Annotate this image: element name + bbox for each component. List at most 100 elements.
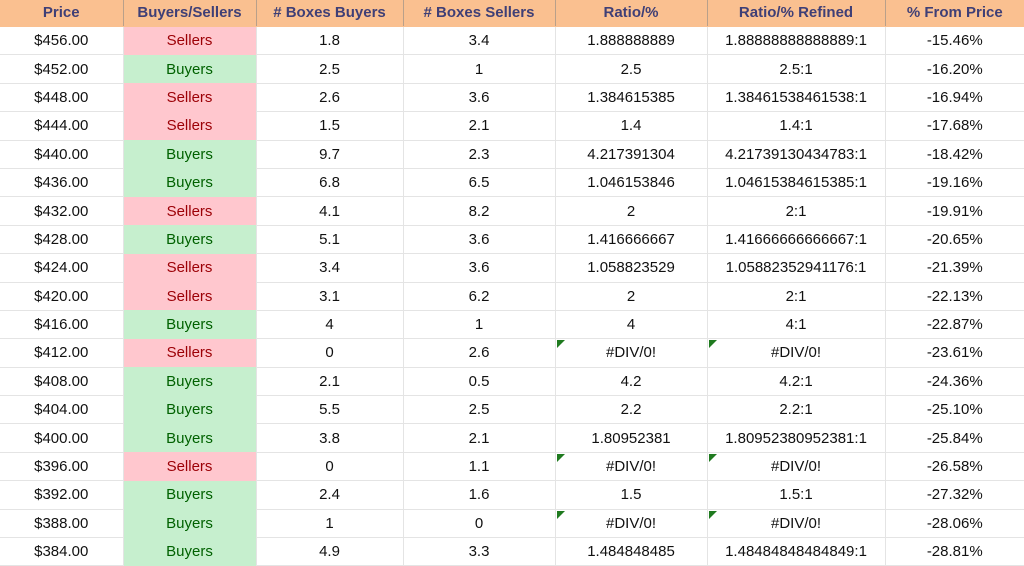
cell-ratio-refined[interactable]: 1.48484848484849:1 [707, 537, 886, 566]
table-row[interactable]: $456.00 Sellers 1.8 3.4 1.888888889 1.8888888… [0, 26, 1024, 56]
cell-pct-from-price[interactable]: -22.13% [885, 282, 1024, 311]
cell-ratio-refined[interactable]: 1.5:1 [707, 480, 886, 510]
cell-pct-from-price[interactable]: -25.84% [885, 423, 1024, 453]
cell-boxes-sellers[interactable]: 1 [403, 310, 556, 340]
cell-ratio-refined[interactable]: 1.04615384615385:1 [707, 168, 886, 198]
cell-pct-from-price[interactable]: -19.16% [885, 168, 1024, 198]
cell-boxes-buyers[interactable]: 5.5 [256, 395, 404, 425]
cell-ratio[interactable]: 1.058823529 [555, 253, 708, 283]
cell-pct-from-price[interactable]: -28.81% [885, 537, 1024, 566]
cell-buyers-sellers[interactable]: Buyers [123, 537, 257, 566]
cell-ratio-refined[interactable]: 4:1 [707, 310, 886, 340]
cell-pct-from-price[interactable]: -28.06% [885, 509, 1024, 539]
cell-ratio-refined[interactable]: 4.2:1 [707, 367, 886, 397]
cell-buyers-sellers[interactable]: Buyers [123, 423, 257, 453]
cell-price[interactable]: $444.00 [0, 111, 124, 141]
cell-boxes-sellers[interactable]: 3.3 [403, 537, 556, 566]
cell-ratio[interactable]: #DIV/0! [555, 509, 708, 539]
cell-price[interactable]: $416.00 [0, 310, 124, 340]
cell-price[interactable]: $440.00 [0, 140, 124, 169]
cell-ratio[interactable]: 2 [555, 196, 708, 226]
cell-boxes-buyers[interactable]: 2.6 [256, 83, 404, 113]
cell-ratio-refined[interactable]: 1.4:1 [707, 111, 886, 141]
cell-price[interactable]: $452.00 [0, 54, 124, 84]
cell-boxes-buyers[interactable]: 0 [256, 452, 404, 482]
cell-price[interactable]: $436.00 [0, 168, 124, 198]
cell-buyers-sellers[interactable]: Sellers [123, 338, 257, 368]
cell-price[interactable]: $424.00 [0, 253, 124, 283]
cell-ratio[interactable]: 1.888888889 [555, 26, 708, 56]
cell-pct-from-price[interactable]: -22.87% [885, 310, 1024, 340]
table-row[interactable]: $428.00 Buyers 5.1 3.6 1.416666667 1.41666666… [0, 225, 1024, 255]
cell-buyers-sellers[interactable]: Sellers [123, 253, 257, 283]
cell-buyers-sellers[interactable]: Buyers [123, 367, 257, 396]
cell-price[interactable]: $408.00 [0, 367, 124, 397]
cell-boxes-buyers[interactable]: 4 [256, 310, 404, 340]
cell-price[interactable]: $428.00 [0, 225, 124, 255]
cell-pct-from-price[interactable]: -21.39% [885, 253, 1024, 283]
cell-pct-from-price[interactable]: -23.61% [885, 338, 1024, 368]
cell-ratio-refined[interactable]: #DIV/0! [707, 452, 886, 482]
cell-boxes-sellers[interactable]: 6.2 [403, 282, 556, 311]
cell-ratio-refined[interactable]: 1.38461538461538:1 [707, 83, 886, 113]
cell-boxes-sellers[interactable]: 1 [403, 54, 556, 84]
cell-boxes-buyers[interactable]: 6.8 [256, 168, 404, 198]
table-row[interactable]: $444.00 Sellers 1.5 2.1 1.4 1.4:1 -17.68% [0, 111, 1024, 141]
cell-boxes-buyers[interactable]: 2.4 [256, 480, 404, 510]
column-header-buyers-sellers[interactable]: Buyers/Sellers [123, 0, 257, 27]
cell-boxes-buyers[interactable]: 4.1 [256, 196, 404, 226]
table-row[interactable]: $440.00 Buyers 9.7 2.3 4.217391304 4.21739130… [0, 140, 1024, 169]
cell-pct-from-price[interactable]: -19.91% [885, 196, 1024, 226]
cell-boxes-sellers[interactable]: 2.3 [403, 140, 556, 169]
cell-ratio-refined[interactable]: 1.80952380952381:1 [707, 423, 886, 453]
cell-buyers-sellers[interactable]: Sellers [123, 83, 257, 112]
cell-ratio[interactable]: 2.2 [555, 395, 708, 425]
cell-boxes-buyers[interactable]: 1.5 [256, 111, 404, 141]
cell-price[interactable]: $412.00 [0, 338, 124, 368]
cell-pct-from-price[interactable]: -16.94% [885, 83, 1024, 113]
cell-ratio[interactable]: 1.046153846 [555, 168, 708, 198]
cell-buyers-sellers[interactable]: Sellers [123, 26, 257, 55]
table-row[interactable]: $396.00 Sellers 0 1.1 #DIV/0! #DIV/0! -26.58% [0, 452, 1024, 482]
cell-boxes-sellers[interactable]: 6.5 [403, 168, 556, 198]
cell-buyers-sellers[interactable]: Buyers [123, 480, 257, 510]
cell-price[interactable]: $448.00 [0, 83, 124, 113]
cell-boxes-sellers[interactable]: 2.1 [403, 423, 556, 453]
table-row[interactable]: $416.00 Buyers 4 1 4 4:1 -22.87% [0, 310, 1024, 340]
cell-boxes-sellers[interactable]: 2.5 [403, 395, 556, 425]
table-row[interactable]: $388.00 Buyers 1 0 #DIV/0! #DIV/0! -28.06% [0, 509, 1024, 539]
cell-boxes-sellers[interactable]: 2.1 [403, 111, 556, 141]
cell-buyers-sellers[interactable]: Buyers [123, 509, 257, 538]
cell-boxes-buyers[interactable]: 3.4 [256, 253, 404, 283]
cell-ratio-refined[interactable]: 2.5:1 [707, 54, 886, 84]
cell-boxes-sellers[interactable]: 3.6 [403, 83, 556, 113]
cell-buyers-sellers[interactable]: Buyers [123, 395, 257, 424]
table-row[interactable]: $420.00 Sellers 3.1 6.2 2 2:1 -22.13% [0, 282, 1024, 311]
cell-buyers-sellers[interactable]: Buyers [123, 54, 257, 84]
cell-buyers-sellers[interactable]: Buyers [123, 140, 257, 169]
price-ladder-table[interactable]: Price Buyers/Sellers # Boxes Buyers # Bo… [0, 0, 1024, 566]
cell-boxes-sellers[interactable]: 3.6 [403, 225, 556, 255]
cell-boxes-buyers[interactable]: 2.5 [256, 54, 404, 84]
cell-boxes-buyers[interactable]: 9.7 [256, 140, 404, 169]
cell-pct-from-price[interactable]: -17.68% [885, 111, 1024, 141]
cell-boxes-buyers[interactable]: 3.1 [256, 282, 404, 311]
cell-ratio-refined[interactable]: #DIV/0! [707, 509, 886, 539]
cell-pct-from-price[interactable]: -20.65% [885, 225, 1024, 255]
cell-ratio-refined[interactable]: 1.41666666666667:1 [707, 225, 886, 255]
cell-boxes-sellers[interactable]: 1.6 [403, 480, 556, 510]
cell-ratio[interactable]: 2.5 [555, 54, 708, 84]
cell-ratio[interactable]: 1.5 [555, 480, 708, 510]
cell-price[interactable]: $384.00 [0, 537, 124, 566]
cell-boxes-buyers[interactable]: 2.1 [256, 367, 404, 397]
cell-boxes-sellers[interactable]: 3.4 [403, 26, 556, 56]
cell-buyers-sellers[interactable]: Sellers [123, 196, 257, 226]
cell-boxes-buyers[interactable]: 4.9 [256, 537, 404, 566]
cell-ratio-refined[interactable]: 2:1 [707, 282, 886, 311]
cell-boxes-buyers[interactable]: 3.8 [256, 423, 404, 453]
cell-ratio-refined[interactable]: 2:1 [707, 196, 886, 226]
cell-boxes-sellers[interactable]: 1.1 [403, 452, 556, 482]
table-row[interactable]: $452.00 Buyers 2.5 1 2.5 2.5:1 -16.20% [0, 54, 1024, 84]
cell-boxes-sellers[interactable]: 2.6 [403, 338, 556, 368]
table-row[interactable]: $412.00 Sellers 0 2.6 #DIV/0! #DIV/0! -23.61% [0, 338, 1024, 368]
